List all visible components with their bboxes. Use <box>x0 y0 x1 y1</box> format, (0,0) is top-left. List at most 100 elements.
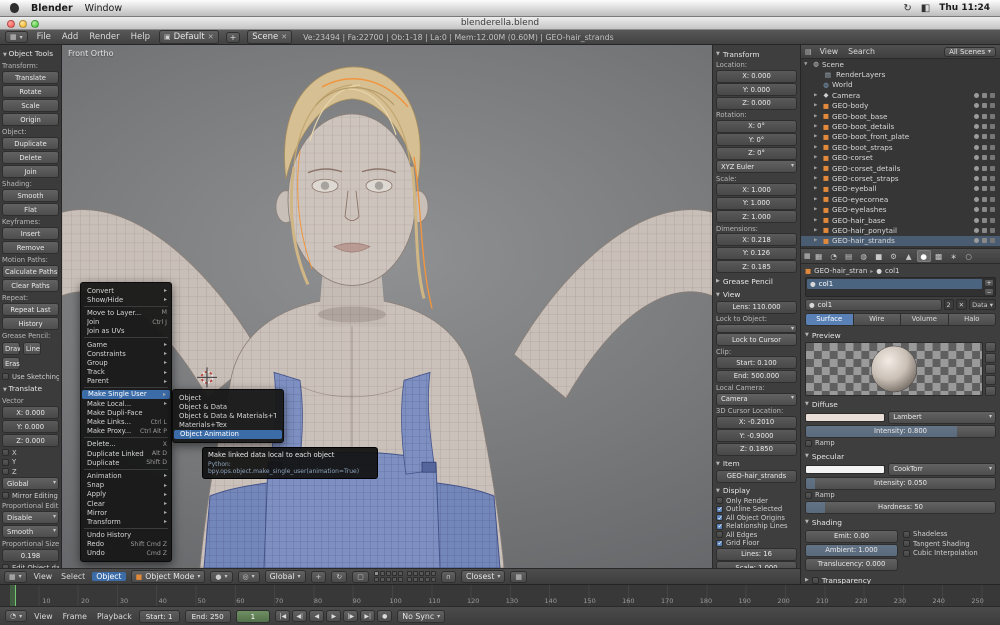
menu-item[interactable]: Parent <box>81 377 171 386</box>
outliner-row[interactable]: ▶ ■ GEO-boot_straps <box>801 142 1000 152</box>
selectability-toggle[interactable] <box>982 93 987 98</box>
selectability-toggle[interactable] <box>982 197 987 202</box>
renderability-toggle[interactable] <box>990 145 995 150</box>
checkbox[interactable] <box>2 449 9 456</box>
breadcrumb-material[interactable]: col1 <box>885 267 900 275</box>
diffuse-row[interactable]: Intensity: 0.800 <box>805 425 996 438</box>
expand-icon[interactable]: ▶ <box>814 114 820 119</box>
renderability-toggle[interactable] <box>990 207 995 212</box>
expand-icon[interactable]: ▶ <box>814 207 820 212</box>
tool-shelf-row[interactable]: Insert <box>2 227 59 240</box>
outliner-row[interactable]: ▶ ■ GEO-eyeball <box>801 184 1000 194</box>
menu-item[interactable]: Make Links... Ctrl L <box>81 417 171 426</box>
tool-shelf-row[interactable]: Keyframes: <box>2 217 59 226</box>
visibility-toggle[interactable] <box>974 93 979 98</box>
tool-shelf-row[interactable]: Calculate Paths <box>2 265 59 278</box>
checkbox[interactable] <box>716 531 723 538</box>
unlink-icon[interactable]: ✕ <box>208 33 214 41</box>
tool-shelf-row[interactable]: Smooth <box>2 189 59 202</box>
manipulator-translate-button[interactable]: + <box>311 571 327 583</box>
menu-item[interactable]: Help <box>129 32 152 42</box>
outliner-row[interactable]: ▶ ■ GEO-eyecornea <box>801 194 1000 204</box>
properties-tab[interactable]: ○ <box>962 250 976 262</box>
playback-button[interactable]: ▶| <box>360 610 375 622</box>
n-panel-row[interactable]: Item <box>716 456 797 469</box>
n-panel-row[interactable]: Relationship Lines <box>716 522 797 530</box>
timeline-menu-item[interactable]: Frame <box>61 612 89 621</box>
checkbox[interactable] <box>716 514 723 521</box>
transform-orientation-dropdown[interactable]: Global▾ <box>265 570 306 583</box>
preview-flat-button[interactable] <box>985 342 996 352</box>
shading-panel-header[interactable]: Shading <box>805 515 996 528</box>
properties-tab[interactable]: ◍ <box>857 250 871 262</box>
tool-shelf-row[interactable]: Flat <box>2 203 59 216</box>
apple-menu-icon[interactable] <box>10 3 19 13</box>
menu-item[interactable]: Render <box>87 32 121 42</box>
menu-item[interactable]: Game <box>81 340 171 349</box>
display-icon[interactable]: ◧ <box>921 3 930 14</box>
n-panel-row[interactable]: 3D Cursor Location: <box>716 406 797 415</box>
specular-panel-header[interactable]: Specular <box>805 449 996 462</box>
outliner-editor-icon[interactable]: ▤ <box>805 48 812 56</box>
scene-dropdown[interactable]: Scene✕ <box>247 30 292 44</box>
material-type-button[interactable]: Volume <box>901 314 949 325</box>
n-panel-row[interactable]: GEO-hair_strands <box>716 470 797 483</box>
editor-type-button[interactable]: ◔▾ <box>5 610 27 622</box>
n-panel-row[interactable]: Y: 0.000 <box>716 83 797 96</box>
material-type-button[interactable]: Wire <box>854 314 902 325</box>
n-panel-row[interactable]: Dimensions: <box>716 224 797 233</box>
n-panel-row[interactable]: Location: <box>716 60 797 69</box>
menu-item[interactable]: Join as UVs <box>81 327 171 336</box>
expand-icon[interactable]: ▶ <box>814 134 820 139</box>
selectability-toggle[interactable] <box>982 238 987 243</box>
outliner-row[interactable]: ▶ ■ GEO-hair_ponytail <box>801 225 1000 235</box>
tool-shelf-row[interactable]: Motion Paths: <box>2 255 59 264</box>
menubar-clock[interactable]: Thu 11:24 <box>939 3 990 13</box>
renderability-toggle[interactable] <box>990 197 995 202</box>
outliner-search-menu[interactable]: Search <box>846 47 877 56</box>
material-slot-item[interactable]: ● col1 <box>807 279 982 289</box>
tool-shelf-row[interactable]: Clear Paths <box>2 279 59 292</box>
renderability-toggle[interactable] <box>990 228 995 233</box>
operator-row[interactable]: Z: 0.000 <box>2 434 59 447</box>
renderability-toggle[interactable] <box>990 134 995 139</box>
selectability-toggle[interactable] <box>982 207 987 212</box>
properties-tab[interactable]: ∗ <box>947 250 961 262</box>
outliner-row[interactable]: ▶ ■ GEO-boot_front_plate <box>801 132 1000 142</box>
properties-tab[interactable]: ▦ <box>812 250 826 262</box>
opengl-render-button[interactable]: ▦ <box>510 571 527 583</box>
playback-button[interactable]: ● <box>377 610 392 622</box>
checkbox[interactable] <box>716 523 723 530</box>
selectability-toggle[interactable] <box>982 176 987 181</box>
n-panel-row[interactable]: Scale: 1.000 <box>716 561 797 568</box>
n-panel-row[interactable]: Outline Selected <box>716 505 797 513</box>
specular-shader-dropdown[interactable]: CookTorr <box>888 463 996 476</box>
n-panel-row[interactable]: Z: 0.000 <box>716 97 797 110</box>
outliner-row[interactable]: ▶ ■ GEO-corset_details <box>801 163 1000 173</box>
expand-icon[interactable]: ▶ <box>814 166 820 171</box>
menu-item[interactable]: Mirror <box>81 508 171 517</box>
timeline-menu-item[interactable]: View <box>32 612 55 621</box>
n-panel-row[interactable]: Y: 0.126 <box>716 247 797 260</box>
visibility-toggle[interactable] <box>974 197 979 202</box>
tool-shelf-row[interactable]: Shading: <box>2 179 59 188</box>
checkbox[interactable] <box>716 540 723 547</box>
sync-mode-dropdown[interactable]: No Sync▾ <box>397 610 445 623</box>
checkbox[interactable] <box>903 540 910 547</box>
n-panel-row[interactable]: All Object Origins <box>716 514 797 522</box>
operator-row[interactable]: Global <box>2 477 59 490</box>
tool-shelf-row[interactable]: Duplicate <box>2 137 59 150</box>
selectability-toggle[interactable] <box>982 145 987 150</box>
visibility-toggle[interactable] <box>974 238 979 243</box>
renderability-toggle[interactable] <box>990 114 995 119</box>
n-panel-row[interactable]: Z: 0.185 <box>716 260 797 273</box>
shading-row[interactable]: Cubic Interpolation <box>903 549 996 557</box>
menu-item[interactable]: Duplicate Shift D <box>81 458 171 467</box>
tool-shelf-row[interactable]: Repeat: <box>2 293 59 302</box>
n-panel-row[interactable]: X: 1.000 <box>716 183 797 196</box>
tool-shelf-row[interactable]: Delete <box>2 151 59 164</box>
properties-tab[interactable]: ▤ <box>842 250 856 262</box>
preview-cube-button[interactable] <box>985 364 996 374</box>
selectability-toggle[interactable] <box>982 228 987 233</box>
menu-item[interactable]: Move to Layer... M <box>81 308 171 317</box>
